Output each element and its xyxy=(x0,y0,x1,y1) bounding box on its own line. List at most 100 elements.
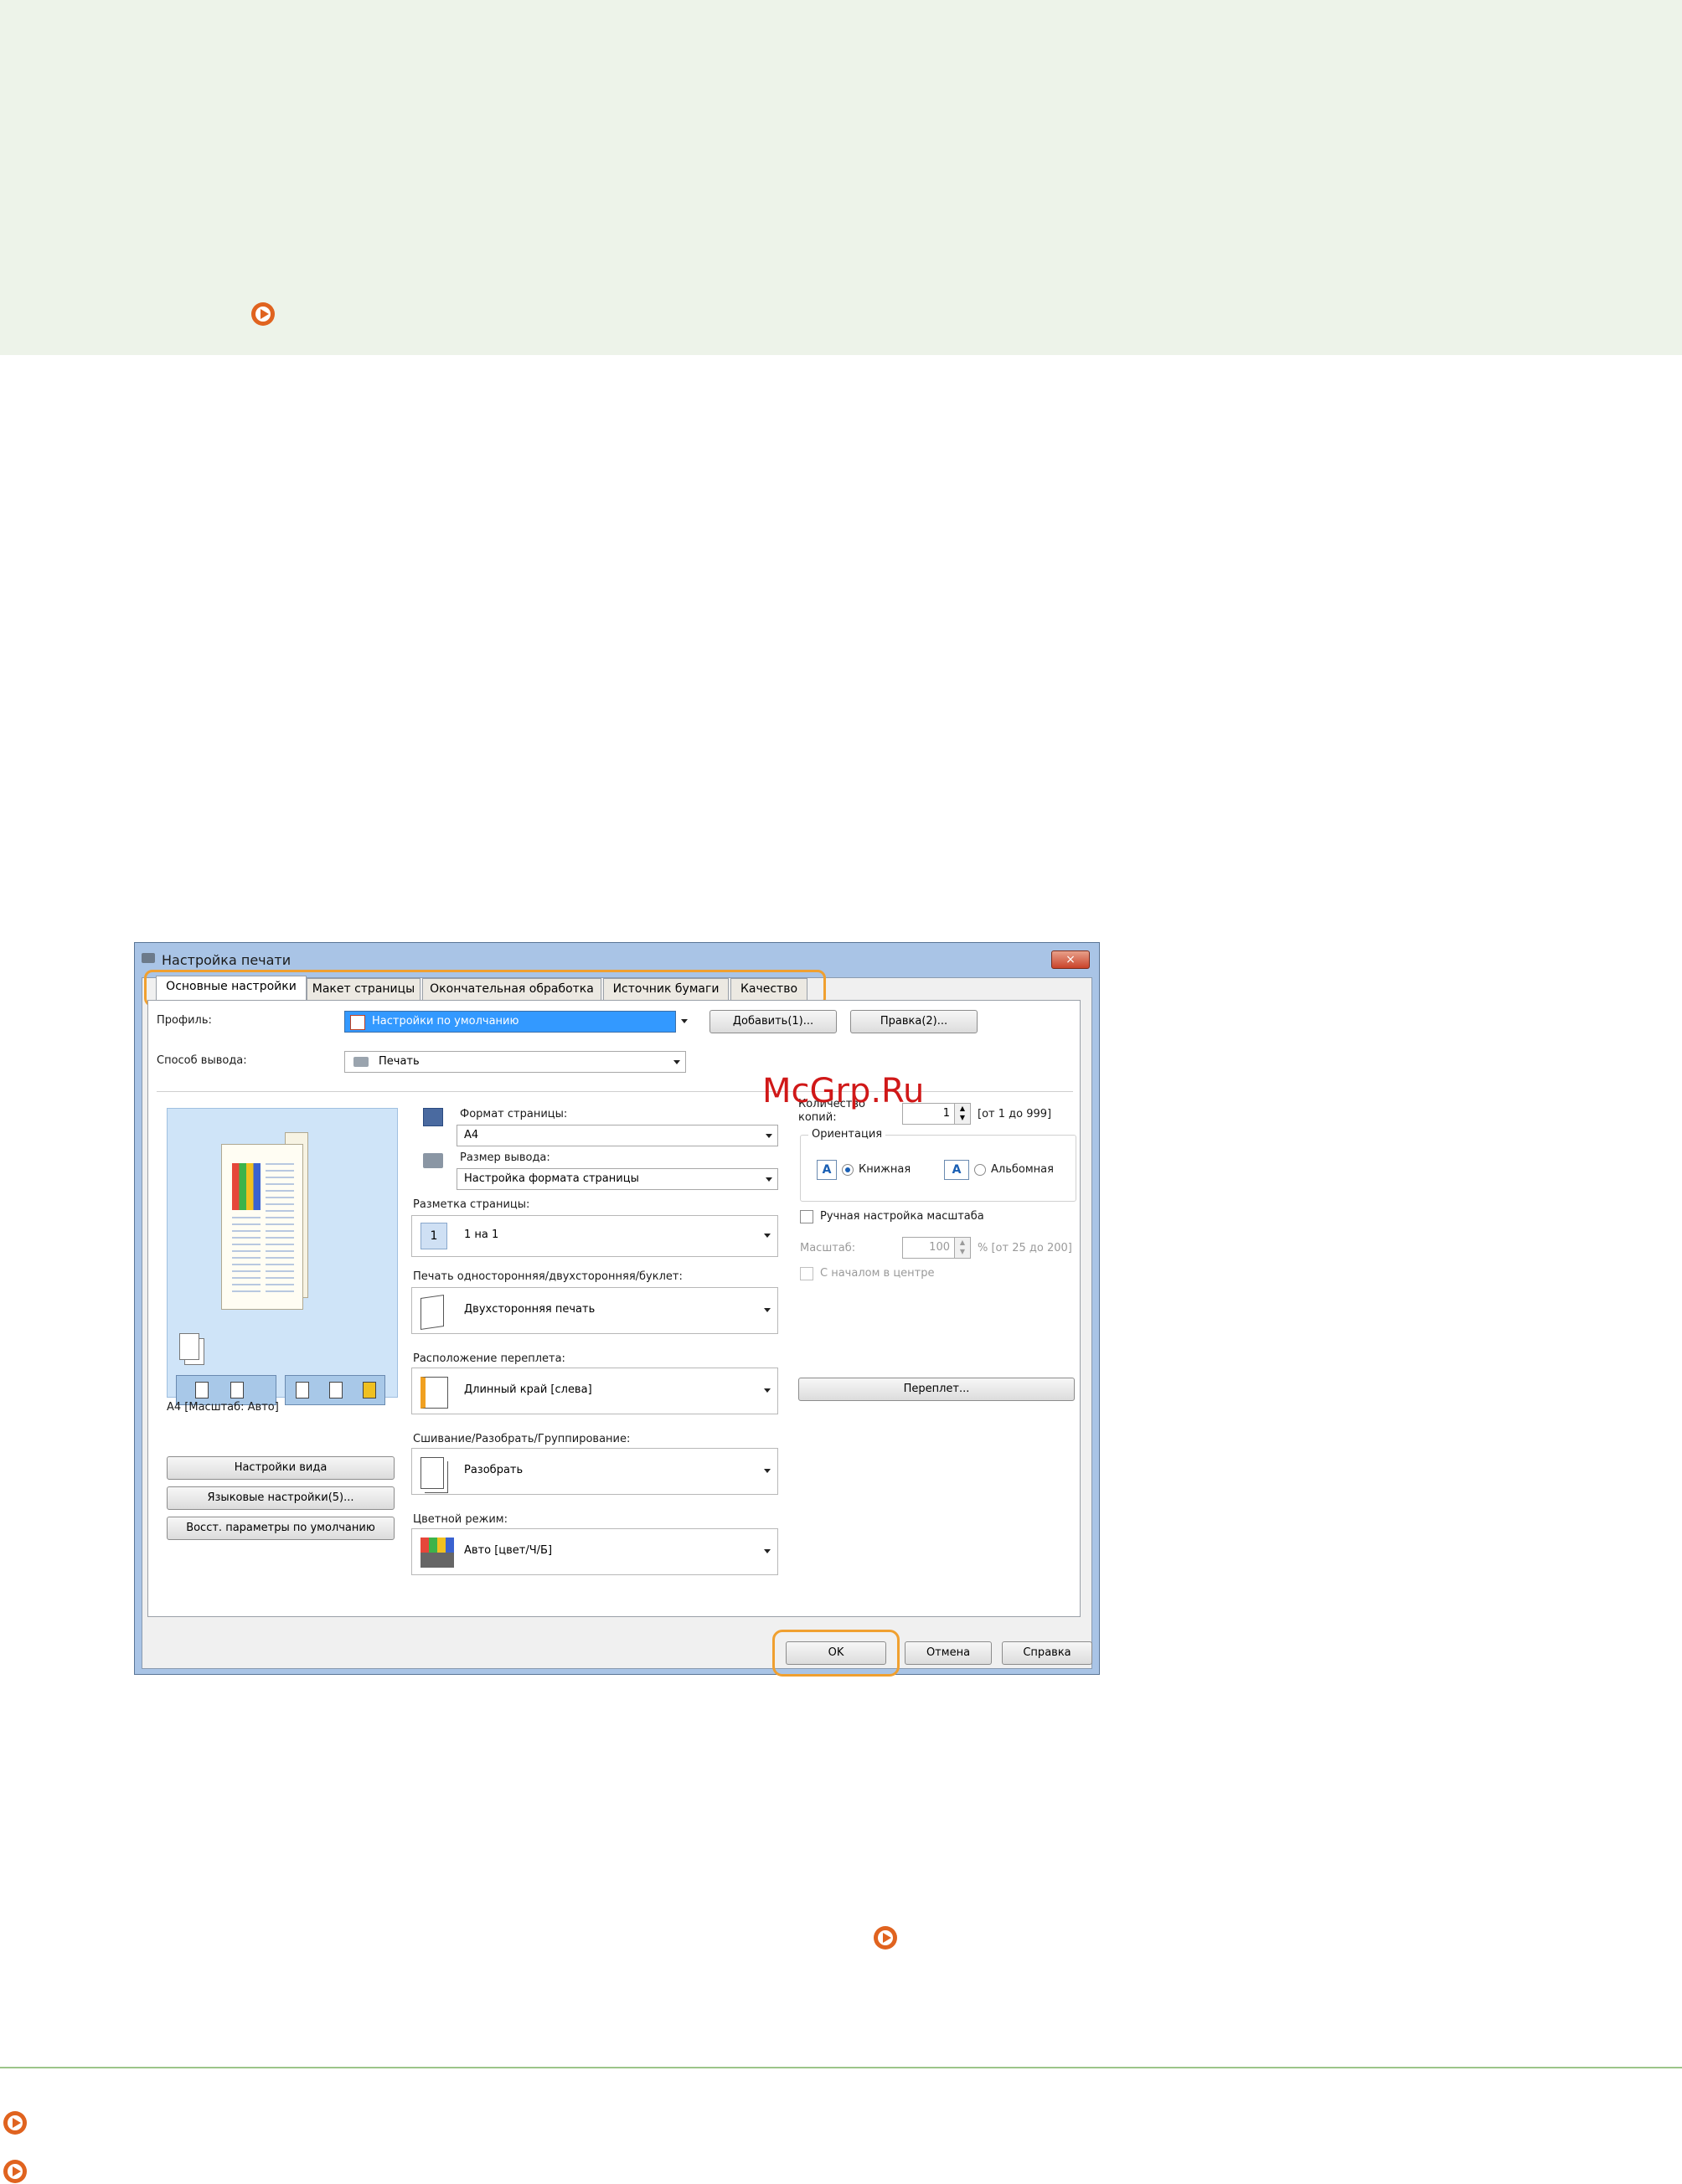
output-size-label: Размер вывода: xyxy=(460,1151,550,1164)
watermark-text: McGrp.Ru xyxy=(762,1072,925,1110)
binding-select[interactable]: Длинный край [слева] xyxy=(411,1368,778,1414)
spinner-arrows-icon[interactable]: ▲ ▼ xyxy=(954,1238,970,1258)
cancel-button[interactable]: Отмена xyxy=(905,1641,992,1665)
binding-value: Длинный край [слева] xyxy=(464,1383,592,1396)
profile-icon xyxy=(350,1015,365,1030)
printer-icon xyxy=(353,1057,369,1067)
scale-label: Масштаб: xyxy=(800,1242,856,1254)
color-mode-label: Цветной режим: xyxy=(413,1513,508,1526)
chevron-down-icon xyxy=(764,1308,771,1312)
add-profile-button[interactable]: Добавить(1)... xyxy=(709,1010,837,1033)
color-mode-value: Авто [цвет/Ч/Б] xyxy=(464,1544,553,1557)
scale-spinner[interactable]: 100 ▲ ▼ xyxy=(902,1237,971,1259)
page-icon xyxy=(296,1382,309,1398)
color-mode-select[interactable]: Авто [цвет/Ч/Б] xyxy=(411,1528,778,1575)
page-size-select[interactable]: А4 xyxy=(457,1125,778,1146)
help-button[interactable]: Справка xyxy=(1002,1641,1092,1665)
copies-range: [от 1 до 999] xyxy=(978,1108,1052,1120)
output-method-select[interactable]: Печать xyxy=(344,1051,686,1073)
page-size-value: А4 xyxy=(464,1129,479,1141)
print-preview xyxy=(167,1108,398,1405)
chevron-down-icon xyxy=(764,1234,771,1238)
page-layout-label: Разметка страницы: xyxy=(413,1198,530,1211)
copies-stack-icon xyxy=(179,1333,199,1360)
footer-divider xyxy=(0,2067,1682,2068)
copies-label-line2: копий: xyxy=(798,1111,837,1124)
preview-image xyxy=(232,1163,261,1210)
dialog-title: Настройка печати xyxy=(162,952,292,968)
language-settings-button[interactable]: Языковые настройки(5)... xyxy=(167,1486,395,1510)
duplex-label: Печать односторонняя/двухсторонняя/букле… xyxy=(413,1270,683,1283)
preview-caption: А4 [Масштаб: Авто] xyxy=(167,1401,279,1414)
divider xyxy=(157,1091,1073,1092)
binding-button[interactable]: Переплет... xyxy=(798,1378,1075,1401)
finishing-value: Разобрать xyxy=(464,1464,524,1476)
profile-value: Настройки по умолчанию xyxy=(372,1015,519,1028)
portrait-radio[interactable] xyxy=(842,1164,854,1176)
profile-label: Профиль: xyxy=(157,1014,212,1027)
title-bar[interactable]: Настройка печати × xyxy=(135,943,1099,969)
link-arrow-icon[interactable] xyxy=(874,1926,897,1950)
binding-edge-icon xyxy=(420,1377,448,1409)
link-arrow-icon[interactable] xyxy=(3,2160,27,2183)
edit-profile-button[interactable]: Правка(2)... xyxy=(850,1010,978,1033)
landscape-radio[interactable] xyxy=(974,1164,986,1176)
manual-scale-label: Ручная настройка масштаба xyxy=(820,1210,984,1223)
printer-icon xyxy=(423,1153,443,1168)
profile-caret-icon[interactable] xyxy=(681,1019,688,1023)
duplex-value: Двухсторонняя печать xyxy=(464,1303,596,1316)
preview-lines xyxy=(232,1217,261,1297)
note-panel xyxy=(0,0,1682,355)
duplex-icon xyxy=(420,1295,444,1330)
spinner-arrows-icon[interactable]: ▲ ▼ xyxy=(954,1104,970,1124)
finishing-label: Сшивание/Разобрать/Группирование: xyxy=(413,1433,631,1445)
binding-label: Расположение переплета: xyxy=(413,1352,565,1365)
chevron-down-icon xyxy=(764,1469,771,1473)
color-mode-icon xyxy=(420,1538,454,1568)
scale-range: % [от 25 до 200] xyxy=(978,1242,1072,1254)
landscape-label: Альбомная xyxy=(991,1163,1054,1176)
print-settings-dialog: Настройка печати × Основные настройки Ма… xyxy=(134,942,1100,1677)
center-label: С началом в центре xyxy=(820,1267,935,1280)
chevron-down-icon xyxy=(673,1060,680,1064)
ok-highlight xyxy=(772,1630,900,1677)
portrait-label: Книжная xyxy=(859,1163,911,1176)
chevron-down-icon xyxy=(766,1134,772,1138)
page-size-icon xyxy=(423,1108,443,1126)
orientation-label: Ориентация xyxy=(808,1128,886,1141)
copies-value: 1 xyxy=(942,1107,950,1120)
dialog-client: Основные настройки Макет страницы Оконча… xyxy=(142,970,1092,1677)
layout-icon: 1 xyxy=(420,1223,447,1249)
printer-icon xyxy=(142,953,155,963)
basic-settings-panel: Профиль: Настройки по умолчанию Добавить… xyxy=(147,1000,1081,1617)
close-button[interactable]: × xyxy=(1051,950,1090,969)
page-icon xyxy=(195,1382,209,1398)
page-layout-select[interactable]: 1 1 на 1 xyxy=(411,1215,778,1257)
manual-scale-checkbox[interactable] xyxy=(800,1210,813,1223)
chevron-down-icon xyxy=(764,1388,771,1393)
duplex-select[interactable]: Двухсторонняя печать xyxy=(411,1287,778,1334)
collate-icon xyxy=(420,1457,444,1489)
output-method-value: Печать xyxy=(379,1055,420,1068)
landscape-icon: A xyxy=(944,1160,969,1180)
restore-defaults-button[interactable]: Восст. параметры по умолчанию xyxy=(167,1517,395,1540)
binding-icon-button[interactable] xyxy=(285,1375,385,1405)
output-method-label: Способ вывода: xyxy=(157,1054,247,1067)
output-size-value: Настройка формата страницы xyxy=(464,1172,639,1185)
center-checkbox[interactable] xyxy=(800,1267,813,1280)
profile-select[interactable]: Настройки по умолчанию xyxy=(344,1011,676,1033)
view-settings-button[interactable]: Настройки вида xyxy=(167,1456,395,1480)
portrait-icon: A xyxy=(817,1160,837,1180)
page-layout-value: 1 на 1 xyxy=(464,1228,499,1241)
output-size-select[interactable]: Настройка формата страницы xyxy=(457,1168,778,1190)
page-icon xyxy=(363,1382,376,1398)
finishing-select[interactable]: Разобрать xyxy=(411,1448,778,1495)
link-arrow-icon[interactable] xyxy=(251,302,275,326)
preview-page xyxy=(221,1144,303,1310)
chevron-down-icon xyxy=(764,1549,771,1553)
link-arrow-icon[interactable] xyxy=(3,2111,27,2135)
page-size-label: Формат страницы: xyxy=(460,1108,568,1120)
preview-lines xyxy=(266,1163,294,1297)
page-icon xyxy=(230,1382,244,1398)
scale-value: 100 xyxy=(929,1241,950,1254)
